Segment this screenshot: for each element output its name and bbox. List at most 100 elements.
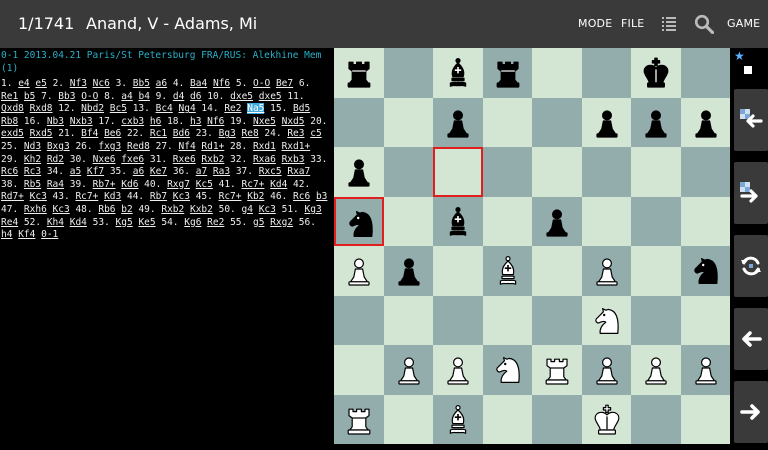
move[interactable]: cxb3 bbox=[121, 116, 144, 127]
move[interactable]: Kg5 bbox=[116, 217, 133, 228]
square-g2[interactable] bbox=[631, 345, 681, 395]
list-icon[interactable] bbox=[662, 16, 676, 32]
move[interactable]: Nbd2 bbox=[81, 103, 104, 114]
move[interactable]: Rxb2 bbox=[161, 204, 184, 215]
move[interactable]: Ra4 bbox=[47, 179, 64, 190]
move[interactable]: Rb7+ bbox=[93, 179, 116, 190]
square-b6[interactable] bbox=[383, 147, 433, 197]
square-f6[interactable] bbox=[581, 147, 631, 197]
move[interactable]: Bxg3 bbox=[47, 141, 70, 152]
move[interactable]: b4 bbox=[138, 91, 149, 102]
square-d7[interactable] bbox=[482, 97, 532, 147]
move[interactable]: Rxa7 bbox=[287, 166, 310, 177]
game-counter[interactable]: 1/1741 bbox=[18, 14, 74, 33]
square-e3[interactable] bbox=[532, 295, 582, 345]
square-f2[interactable] bbox=[581, 345, 631, 395]
square-h2[interactable] bbox=[680, 345, 730, 395]
move[interactable]: Re8 bbox=[242, 128, 259, 139]
move[interactable]: Kc3 bbox=[30, 191, 47, 202]
move[interactable]: Ke5 bbox=[138, 217, 155, 228]
move[interactable]: Rxb2 bbox=[201, 154, 224, 165]
move[interactable]: h3 bbox=[190, 116, 201, 127]
move[interactable]: Bb5 bbox=[133, 78, 150, 89]
move[interactable]: Qxd8 bbox=[1, 103, 24, 114]
move[interactable]: Rxg7 bbox=[167, 179, 190, 190]
square-c4[interactable] bbox=[433, 246, 483, 296]
square-b8[interactable] bbox=[383, 48, 433, 98]
star-icon[interactable]: ★ bbox=[734, 49, 745, 63]
move[interactable]: Nf3 bbox=[70, 78, 87, 89]
move-list[interactable]: 1. e4 e5 2. Nf3 Nc6 3. Bb5 a6 4. Ba4 Nf6… bbox=[1, 78, 333, 242]
square-f5[interactable] bbox=[581, 196, 631, 246]
move[interactable]: Bc5 bbox=[110, 103, 127, 114]
chess-board[interactable] bbox=[334, 48, 730, 450]
move[interactable]: dxe5 bbox=[230, 91, 253, 102]
square-g7[interactable] bbox=[631, 97, 681, 147]
move[interactable]: Kh2 bbox=[24, 154, 41, 165]
move[interactable]: Be6 bbox=[104, 128, 121, 139]
move[interactable]: Rxd8 bbox=[30, 103, 53, 114]
move[interactable]: Rc1 bbox=[150, 128, 167, 139]
move[interactable]: Ra3 bbox=[213, 166, 230, 177]
square-a2[interactable] bbox=[334, 345, 384, 395]
move[interactable]: Kd3 bbox=[104, 191, 121, 202]
square-c2[interactable] bbox=[433, 345, 483, 395]
move[interactable]: Rc7+ bbox=[75, 191, 98, 202]
move[interactable]: e4 bbox=[18, 78, 29, 89]
move[interactable]: Kb2 bbox=[247, 191, 264, 202]
square-d2[interactable] bbox=[482, 345, 532, 395]
move[interactable]: Rd1+ bbox=[201, 141, 224, 152]
move[interactable]: Kc3 bbox=[259, 204, 276, 215]
square-f3[interactable] bbox=[581, 295, 631, 345]
current-move[interactable]: Na5 bbox=[247, 103, 265, 115]
square-g1[interactable] bbox=[631, 394, 681, 444]
move[interactable]: 0-1 bbox=[41, 229, 58, 240]
square-a1[interactable] bbox=[334, 394, 384, 444]
move[interactable]: Nxe5 bbox=[253, 116, 276, 127]
square-d1[interactable] bbox=[482, 394, 532, 444]
square-e8[interactable] bbox=[532, 48, 582, 98]
move[interactable]: Bd6 bbox=[173, 128, 190, 139]
square-d4[interactable] bbox=[482, 246, 532, 296]
square-d3[interactable] bbox=[482, 295, 532, 345]
square-b3[interactable] bbox=[383, 295, 433, 345]
move[interactable]: exd5 bbox=[1, 128, 24, 139]
move[interactable]: Rd7+ bbox=[1, 191, 24, 202]
move[interactable]: b2 bbox=[121, 204, 132, 215]
move[interactable]: Bf4 bbox=[81, 128, 98, 139]
square-e6[interactable] bbox=[532, 147, 582, 197]
move[interactable]: Red8 bbox=[127, 141, 150, 152]
square-g4[interactable] bbox=[631, 246, 681, 296]
move[interactable]: Rb6 bbox=[98, 204, 115, 215]
square-a3[interactable] bbox=[334, 295, 384, 345]
search-icon[interactable] bbox=[694, 14, 715, 35]
square-f4[interactable] bbox=[581, 246, 631, 296]
move[interactable]: Rb7 bbox=[150, 191, 167, 202]
move[interactable]: Kf7 bbox=[87, 166, 104, 177]
move[interactable]: e5 bbox=[35, 78, 46, 89]
players-title[interactable]: Anand, V - Adams, Mi bbox=[86, 14, 257, 33]
square-d6[interactable] bbox=[482, 147, 532, 197]
move[interactable]: Rxa6 bbox=[253, 154, 276, 165]
move[interactable]: a7 bbox=[196, 166, 207, 177]
move[interactable]: b5 bbox=[24, 91, 35, 102]
move[interactable]: Rb5 bbox=[24, 179, 41, 190]
move[interactable]: Nb3 bbox=[47, 116, 64, 127]
previous-move-button[interactable] bbox=[734, 308, 768, 370]
square-e7[interactable] bbox=[532, 97, 582, 147]
square-e2[interactable] bbox=[532, 345, 582, 395]
move[interactable]: Ke7 bbox=[150, 166, 167, 177]
move[interactable]: Kd6 bbox=[121, 179, 138, 190]
square-h3[interactable] bbox=[680, 295, 730, 345]
move[interactable]: Nd3 bbox=[24, 141, 41, 152]
move[interactable]: Rxd1 bbox=[253, 141, 276, 152]
move[interactable]: Nc6 bbox=[93, 78, 110, 89]
prev-variation-button[interactable] bbox=[734, 89, 768, 151]
move[interactable]: Nxe6 bbox=[93, 154, 116, 165]
move[interactable]: a6 bbox=[133, 166, 144, 177]
move[interactable]: Kc3 bbox=[173, 191, 190, 202]
move[interactable]: Kd4 bbox=[270, 179, 287, 190]
square-b4[interactable] bbox=[383, 246, 433, 296]
move[interactable]: Nxd5 bbox=[282, 116, 305, 127]
move[interactable]: Kg3 bbox=[305, 204, 322, 215]
